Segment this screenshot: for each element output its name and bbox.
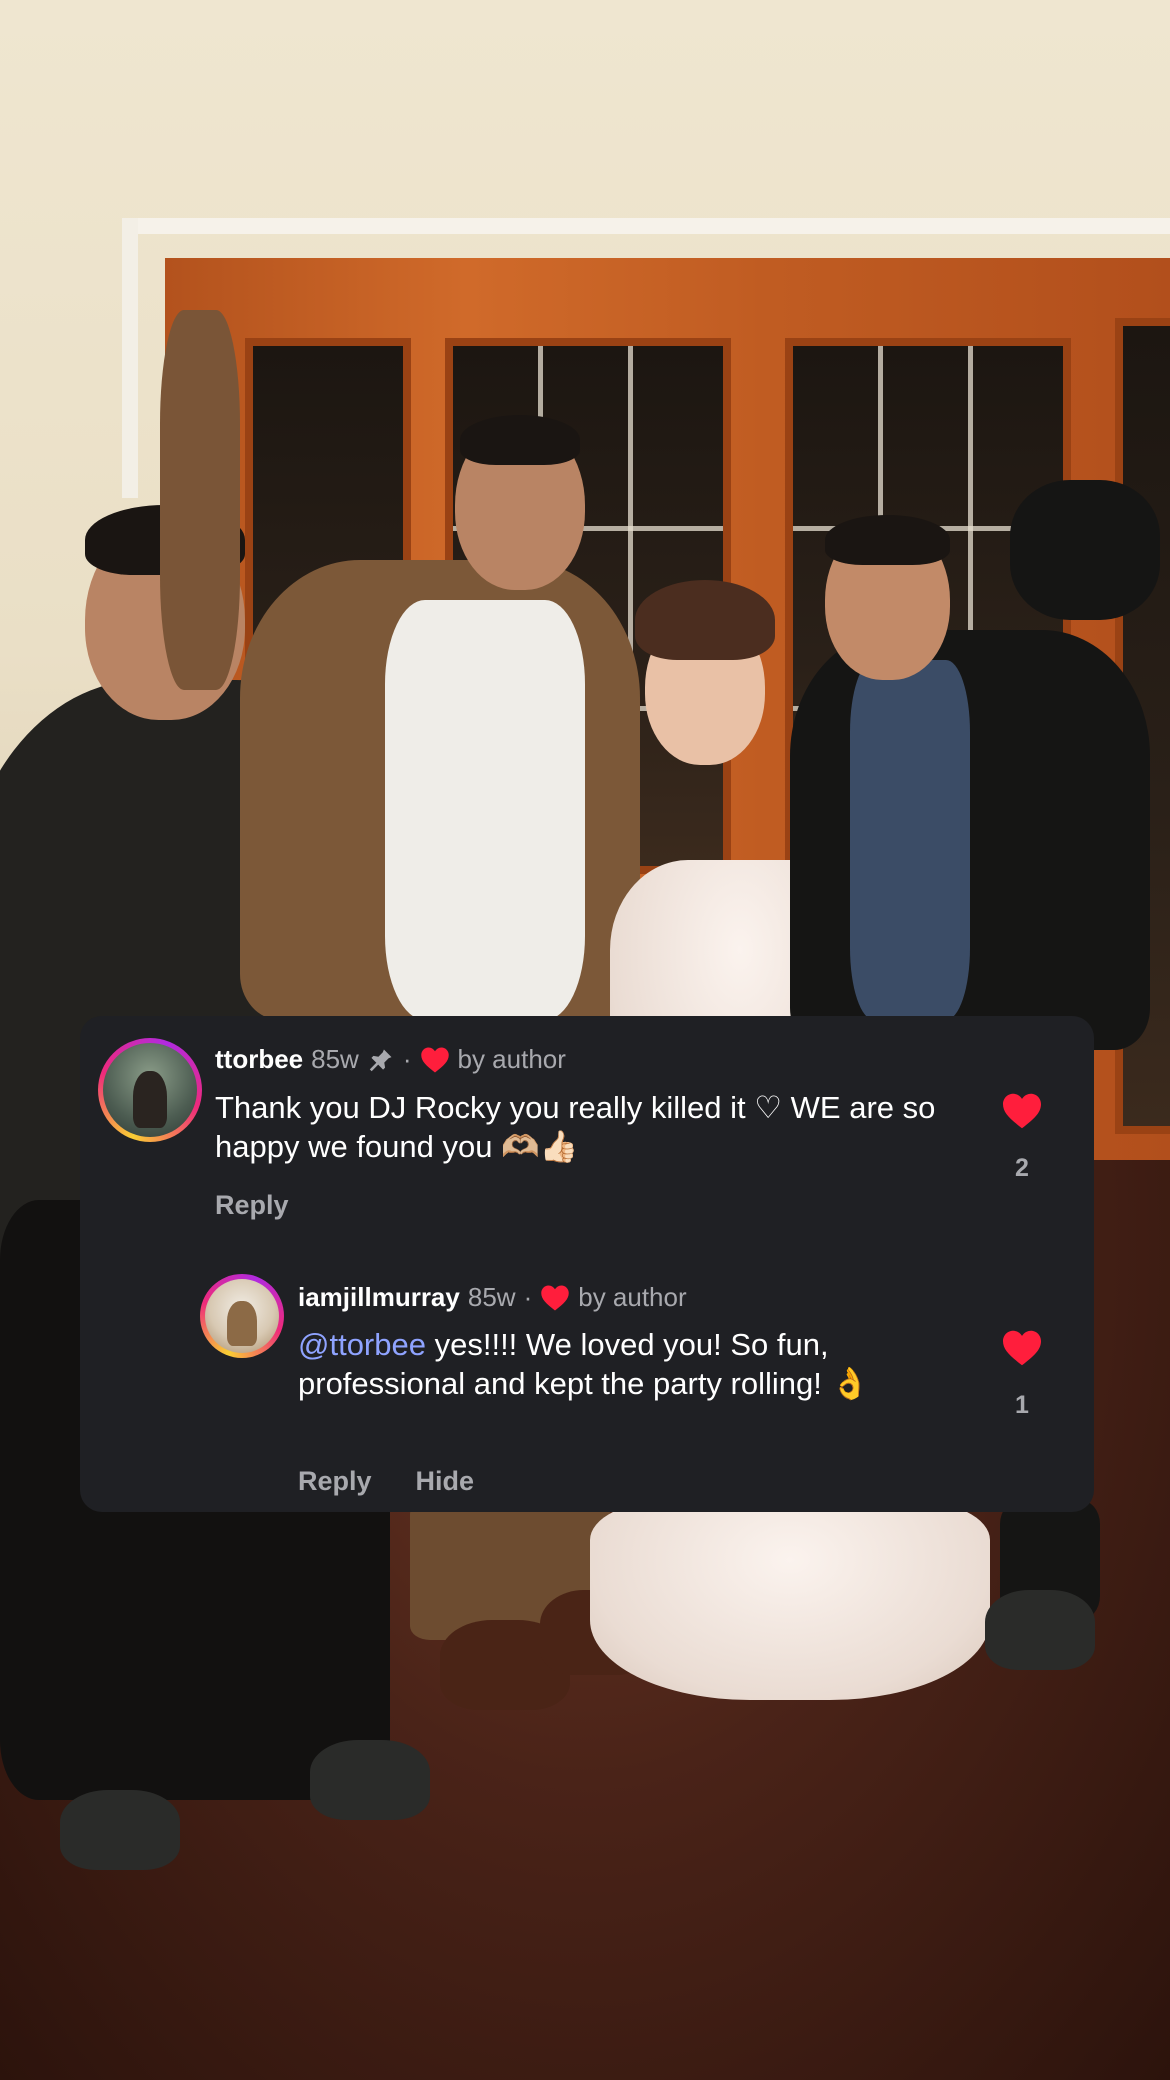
comments-card: ttorbee 85w · by author Thank you DJ Roc… <box>80 1016 1094 1512</box>
like-control: 2 <box>992 1092 1052 1183</box>
comment-age: 85w <box>311 1044 359 1074</box>
avatar[interactable] <box>200 1274 284 1358</box>
like-count: 1 <box>1015 1391 1029 1419</box>
heart-icon <box>541 1285 569 1310</box>
comment-text: Thank you DJ Rocky you really killed it … <box>215 1090 936 1164</box>
mention-link[interactable]: @ttorbee <box>298 1327 426 1362</box>
avatar-photo <box>103 1043 197 1137</box>
avatar-photo <box>205 1279 279 1353</box>
reply-button[interactable]: Reply <box>298 1466 372 1497</box>
pin-icon <box>369 1049 392 1071</box>
comment-meta: ttorbee 85w · by author <box>215 1044 566 1075</box>
comment-text: @ttorbee yes!!!! We loved you! So fun, p… <box>298 1325 958 1403</box>
like-count: 2 <box>1015 1154 1029 1182</box>
heart-icon <box>420 1047 449 1072</box>
username[interactable]: ttorbee <box>215 1044 303 1075</box>
door-trim <box>122 218 1170 234</box>
liked-by-author: by author <box>457 1044 566 1074</box>
comment-actions: Reply <box>215 1190 289 1221</box>
comment-age: 85w <box>467 1282 516 1312</box>
reply-button[interactable]: Reply <box>215 1190 289 1221</box>
separator: · <box>523 1282 533 1312</box>
avatar[interactable] <box>98 1038 202 1142</box>
comment-meta: iamjillmurray 85w · by author <box>298 1282 687 1313</box>
like-control: 1 <box>992 1329 1052 1420</box>
door-trim-side <box>122 218 138 498</box>
like-heart-icon[interactable] <box>1001 1329 1043 1367</box>
separator: · <box>402 1044 412 1074</box>
like-heart-icon[interactable] <box>1001 1092 1043 1130</box>
liked-by-author: by author <box>578 1282 687 1312</box>
username[interactable]: iamjillmurray <box>298 1282 460 1313</box>
comment-actions: Reply Hide <box>298 1466 474 1497</box>
hide-button[interactable]: Hide <box>416 1466 475 1497</box>
